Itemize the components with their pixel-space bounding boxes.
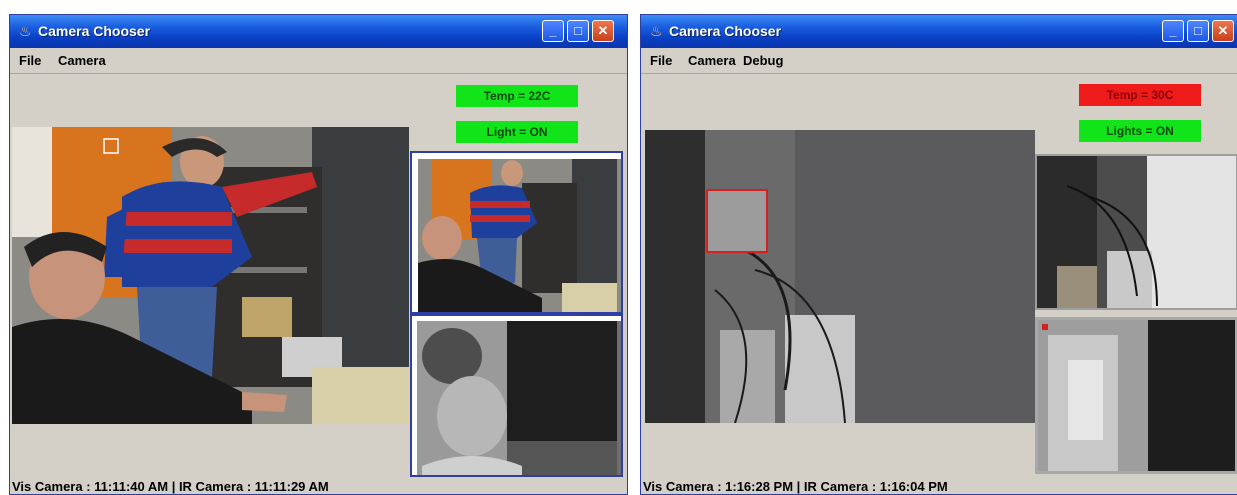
menu-file[interactable]: File — [19, 53, 41, 68]
title-bar[interactable]: ♨ Camera Chooser _ □ ✕ — [10, 15, 627, 48]
ir-camera-thumbnail[interactable] — [410, 314, 623, 477]
menu-file[interactable]: File — [650, 53, 672, 68]
light-badge: Light = ON — [456, 121, 578, 143]
menu-camera[interactable]: Camera — [58, 53, 106, 68]
close-icon: ✕ — [1217, 23, 1229, 38]
close-button[interactable]: ✕ — [1212, 20, 1234, 42]
maximize-button[interactable]: □ — [567, 20, 589, 42]
ir-camera-thumbnail[interactable] — [1035, 317, 1237, 474]
java-coffee-icon: ♨ — [19, 23, 32, 39]
menu-bar: File Camera — [10, 48, 627, 74]
visible-camera-thumbnail[interactable] — [410, 151, 623, 314]
visible-camera-feed[interactable] — [645, 130, 1035, 423]
visible-camera-thumbnail-image — [412, 153, 621, 312]
menu-debug[interactable]: Debug — [743, 53, 783, 68]
minimize-button[interactable]: _ — [542, 20, 564, 42]
visible-camera-thumbnail-image — [1037, 156, 1236, 308]
minimize-icon: _ — [549, 23, 557, 38]
java-coffee-icon: ♨ — [650, 23, 663, 39]
minimize-icon: _ — [1169, 23, 1177, 38]
temperature-badge: Temp = 22C — [456, 85, 578, 107]
camera-chooser-window-1: ♨ Camera Chooser _ □ ✕ File Camera Temp … — [9, 14, 628, 495]
temperature-badge: Temp = 30C — [1079, 84, 1201, 106]
close-icon: ✕ — [597, 23, 609, 38]
maximize-icon: □ — [1194, 23, 1202, 38]
close-button[interactable]: ✕ — [592, 20, 614, 42]
ir-camera-thumbnail-image — [412, 316, 621, 475]
visible-camera-image — [645, 130, 1035, 423]
light-badge: Lights = ON — [1079, 120, 1201, 142]
maximize-button[interactable]: □ — [1187, 20, 1209, 42]
minimize-button[interactable]: _ — [1162, 20, 1184, 42]
visible-camera-thumbnail[interactable] — [1035, 154, 1237, 310]
title-bar[interactable]: ♨ Camera Chooser _ □ ✕ — [641, 15, 1237, 48]
camera-status-text: Vis Camera : 11:11:40 AM | IR Camera : 1… — [12, 479, 329, 494]
menu-camera[interactable]: Camera — [688, 53, 736, 68]
window-title: Camera Chooser — [669, 23, 782, 39]
ir-camera-thumbnail-image — [1038, 320, 1235, 471]
visible-camera-image — [12, 127, 409, 424]
camera-status-text: Vis Camera : 1:16:28 PM | IR Camera : 1:… — [643, 479, 948, 494]
maximize-icon: □ — [574, 23, 582, 38]
camera-chooser-window-2: ♨ Camera Chooser _ □ ✕ File Camera Debug… — [640, 14, 1237, 495]
menu-bar: File Camera Debug — [641, 48, 1237, 74]
visible-camera-feed[interactable] — [12, 127, 409, 424]
window-title: Camera Chooser — [38, 23, 151, 39]
